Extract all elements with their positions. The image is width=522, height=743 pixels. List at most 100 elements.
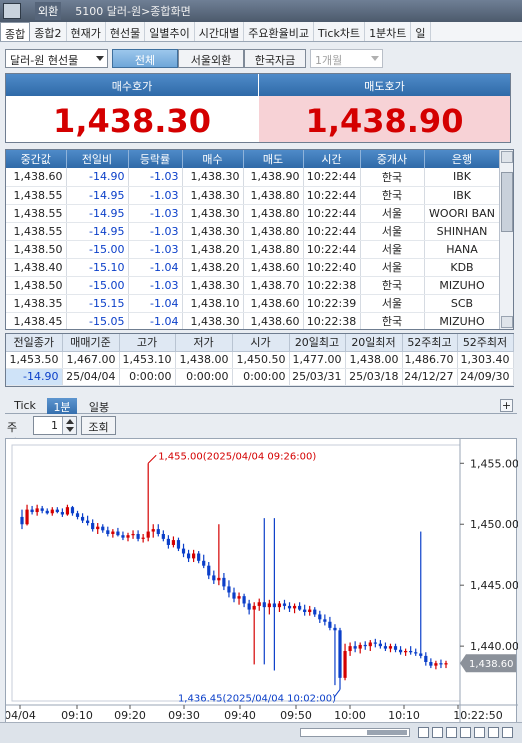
table-row[interactable]: 1,438.50 -15.00 -1.03 1,438.30 1,438.70 10:22… <box>6 276 501 295</box>
app-icon[interactable] <box>3 3 21 19</box>
table-cell: 1,438.55 <box>6 222 67 241</box>
tab-fx-compare[interactable]: 주요환율비교 <box>244 22 314 41</box>
summary-col-header: 20일최고 <box>289 334 346 352</box>
tab-summary[interactable]: 종합 <box>0 22 31 41</box>
table-row[interactable]: 1,438.55 -14.95 -1.03 1,438.30 1,438.80 10:22… <box>6 204 501 223</box>
query-button[interactable]: 조회 <box>81 416 116 435</box>
zoom-in-icon[interactable] <box>432 727 443 738</box>
table-row[interactable]: 1,438.60 -14.90 -1.03 1,438.30 1,438.90 10:22… <box>6 168 501 187</box>
chart-tab-daily[interactable]: 일봉 <box>81 398 117 414</box>
zoom-out-icon[interactable] <box>418 727 429 738</box>
trades-col-header[interactable]: 중개사 <box>360 150 425 168</box>
table-row[interactable]: 1,438.35 -15.15 -1.04 1,438.10 1,438.60 10:22… <box>6 294 501 313</box>
candle-body <box>237 596 241 599</box>
segment-seoul[interactable]: 서울외환 <box>178 49 244 68</box>
chart-settings-icon[interactable] <box>446 727 457 738</box>
trades-scrollbar[interactable] <box>499 150 513 329</box>
candle-body <box>439 663 443 665</box>
summary-col-header: 시가 <box>232 334 290 352</box>
table-cell: -14.95 <box>66 186 129 205</box>
scroll-thumb[interactable] <box>501 172 513 232</box>
table-cell: 서울 <box>360 204 425 223</box>
candle-body <box>35 508 39 513</box>
table-cell: -15.00 <box>66 240 129 259</box>
add-icon[interactable]: + <box>500 399 513 412</box>
tab-tick-chart[interactable]: Tick차트 <box>314 22 366 41</box>
chart-expand-icon[interactable] <box>502 727 513 738</box>
candle-body <box>86 520 90 524</box>
x-tick-label: 04/04 <box>6 709 36 722</box>
candle-body <box>318 614 322 620</box>
tab-daily[interactable]: 일 <box>411 22 431 41</box>
chart-tab-tick[interactable]: Tick <box>7 398 43 414</box>
candle-body <box>267 603 271 608</box>
table-cell: 1,438.60 <box>243 294 304 313</box>
table-cell: 서울 <box>360 258 425 277</box>
candle-body <box>277 603 282 608</box>
scroll-down-icon[interactable] <box>501 316 513 328</box>
table-cell: 10:22:44 <box>303 168 361 187</box>
table-cell: -15.00 <box>66 276 129 295</box>
price-chart[interactable]: 1,455.00 1,450.00 1,445.00 1,440.00 1,455.00… <box>5 438 518 724</box>
table-row[interactable]: 1,438.40 -15.10 -1.04 1,438.20 1,438.60 10:22… <box>6 258 501 277</box>
candle-body <box>419 653 423 656</box>
tab-daily-trend[interactable]: 일별추이 <box>145 22 195 41</box>
summary-cell: 0:00:00 <box>232 368 290 386</box>
period-stepper[interactable]: 1 <box>33 416 77 435</box>
candle-body <box>404 651 408 653</box>
trades-col-header[interactable]: 중간값 <box>6 150 67 168</box>
candle-body <box>363 644 367 647</box>
tab-spot-futures[interactable]: 현선물 <box>106 22 146 41</box>
candle-body <box>227 586 231 593</box>
candle-body <box>272 603 276 608</box>
chart-print-icon[interactable] <box>460 727 471 738</box>
tab-1min-chart[interactable]: 1분차트 <box>365 22 412 41</box>
table-cell: SCB <box>424 294 501 313</box>
table-row[interactable]: 1,438.55 -14.95 -1.03 1,438.30 1,438.80 10:22… <box>6 186 501 205</box>
table-row[interactable]: 1,438.45 -15.05 -1.04 1,438.30 1,438.60 10:22… <box>6 312 501 329</box>
period-select[interactable]: 1개월 <box>310 49 383 68</box>
x-tick-label: 09:40 <box>224 709 256 722</box>
trades-col-header[interactable]: 등락률 <box>128 150 183 168</box>
trades-col-header[interactable]: 매도 <box>243 150 304 168</box>
table-cell: 1,438.45 <box>6 312 67 329</box>
table-cell: 1,438.55 <box>6 204 67 223</box>
trades-col-header[interactable]: 시간 <box>303 150 361 168</box>
table-cell: 1,438.80 <box>243 204 304 223</box>
candle-body <box>257 602 261 606</box>
table-cell: 1,438.30 <box>182 186 244 205</box>
segment-korea-money[interactable]: 한국자금 <box>244 49 306 68</box>
candle-body <box>65 507 70 515</box>
candle-body <box>348 646 352 652</box>
tab-summary2[interactable]: 종합2 <box>30 22 67 41</box>
table-row[interactable]: 1,438.50 -15.00 -1.03 1,438.20 1,438.80 10:22… <box>6 240 501 259</box>
candle-body <box>358 644 362 649</box>
table-cell: MIZUHO <box>424 312 501 329</box>
x-tick-label: 09:30 <box>168 709 200 722</box>
chart-indicator-icon[interactable] <box>474 727 485 738</box>
tab-current-price[interactable]: 현재가 <box>67 22 106 41</box>
segment-all[interactable]: 전체 <box>112 49 178 68</box>
trades-col-header[interactable]: 전일비 <box>66 150 129 168</box>
instrument-select[interactable]: 달러-원 현선물 <box>5 49 108 68</box>
chart-tab-1min[interactable]: 1분 <box>47 398 77 414</box>
chart-scroll-thumb[interactable] <box>367 730 407 735</box>
summary-cell: 1,467.00 <box>62 351 120 369</box>
candle-body <box>151 529 155 532</box>
candle-body <box>232 592 236 599</box>
summary-cell: 1,453.10 <box>119 351 176 369</box>
table-row[interactable]: 1,438.55 -14.95 -1.03 1,438.30 1,438.80 10:22… <box>6 222 501 241</box>
summary-col-header: 52주최저 <box>457 334 514 352</box>
candle-body <box>353 646 357 649</box>
scroll-up-icon[interactable] <box>501 151 513 163</box>
table-cell: 1,438.60 <box>243 258 304 277</box>
chart-scrollbar[interactable] <box>300 728 410 737</box>
trades-col-header[interactable]: 매수 <box>182 150 244 168</box>
candle-body <box>197 553 201 561</box>
table-cell: HANA <box>424 240 501 259</box>
table-cell: 1,438.80 <box>243 240 304 259</box>
tab-by-time[interactable]: 시간대별 <box>195 22 245 41</box>
stepper-arrows-icon[interactable] <box>62 417 76 434</box>
chart-refresh-icon[interactable] <box>488 727 499 738</box>
trades-col-header[interactable]: 은행 <box>424 150 501 168</box>
